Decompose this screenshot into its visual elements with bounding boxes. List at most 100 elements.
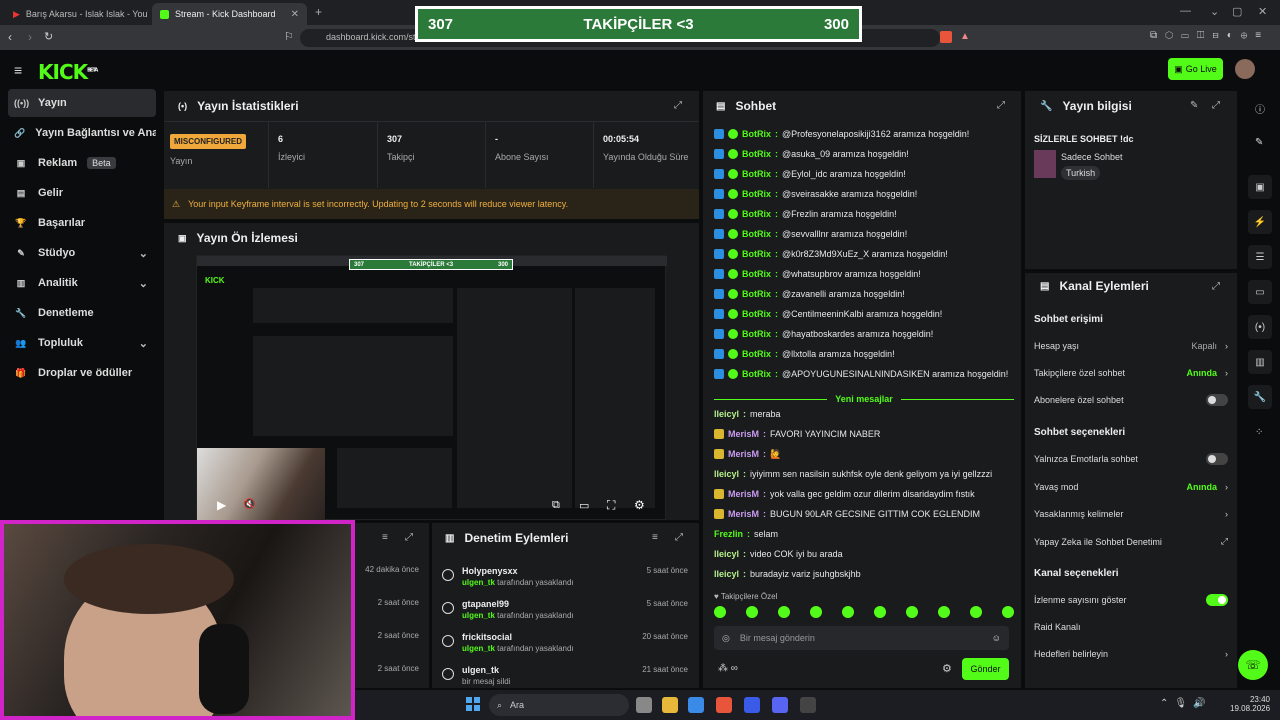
chevron-down-icon[interactable]: ⌄ [139, 277, 148, 290]
setting-row[interactable]: Yasaklanmış kelimeler › [1034, 505, 1228, 523]
close-window-icon[interactable]: ✕ [1258, 5, 1267, 18]
moderator-name[interactable]: ulgen_tk [462, 578, 495, 587]
setting-row[interactable]: Yavaş mod Anında › [1034, 478, 1228, 496]
emote-icon[interactable] [938, 606, 950, 618]
chevron-right-icon[interactable]: › [1225, 649, 1228, 659]
reload-icon[interactable]: ↻ [44, 30, 53, 43]
sidebar-item-5[interactable]: ✎ Stüdyo ⌄ [8, 239, 156, 267]
rail-bolt-icon[interactable]: ⚡ [1248, 210, 1272, 234]
toggle-switch[interactable] [1206, 594, 1228, 606]
moderated-user[interactable]: gtapanel99 [462, 599, 509, 609]
chevron-down-icon[interactable]: ⌄ [1210, 5, 1219, 18]
forward-icon[interactable]: › [28, 30, 32, 44]
chevron-right-icon[interactable]: › [1225, 509, 1228, 519]
chat-username[interactable]: lleicyl [714, 409, 739, 419]
theater-icon[interactable]: ▭ [579, 499, 589, 512]
chat-username[interactable]: BotRix [742, 229, 771, 239]
pencil-icon[interactable]: ✎ [1255, 137, 1263, 148]
chat-tools-icon[interactable]: ⁂ ∞ [718, 663, 738, 674]
chevron-down-icon[interactable]: ⌄ [139, 247, 148, 260]
setting-row[interactable]: Hedefleri belirleyin › [1034, 645, 1228, 663]
moderation-row[interactable]: ulgen_tk bir mesaj sildi 21 saat önce [442, 664, 692, 686]
toggle-switch[interactable] [1206, 453, 1228, 465]
setting-row[interactable]: Raid Kanalı [1034, 618, 1228, 636]
browser-tab-kick[interactable]: Stream - Kick Dashboard ✕ [152, 3, 307, 25]
chat-username[interactable]: BotRix [742, 329, 771, 339]
expand-icon[interactable]: ⤢ [405, 532, 413, 543]
support-chat-button[interactable]: ☏ [1238, 650, 1268, 680]
rail-broadcast-icon[interactable]: (•) [1248, 315, 1272, 339]
chat-username[interactable]: MerisM [728, 489, 759, 499]
chat-username[interactable]: lleicyl [714, 549, 739, 559]
emote-icon[interactable] [778, 606, 790, 618]
brave-icon[interactable] [716, 697, 732, 713]
chat-input[interactable]: ◎ Bir mesaj gönderin ☺ [714, 626, 1009, 650]
taskbar-search[interactable]: ⌕ Ara [489, 694, 629, 716]
rail-preview-icon[interactable]: ▣ [1248, 175, 1272, 199]
rail-apps-icon[interactable]: ⁘ [1255, 427, 1263, 438]
chevron-right-icon[interactable]: › [1225, 368, 1228, 378]
close-tab-icon[interactable]: ✕ [291, 9, 299, 20]
mute-icon[interactable]: 🔇 [243, 499, 255, 510]
moderated-user[interactable]: ulgen_tk [462, 665, 499, 675]
expand-icon[interactable]: ⤢ [1212, 100, 1220, 111]
settings-icon[interactable]: ⚙ [634, 498, 645, 512]
stream-preview-video[interactable]: 307 TAKİPÇİLER <3 300 KICK ▶ 🔇 ⧉ ▭ ⛶ ⚙ [196, 255, 667, 521]
maximize-icon[interactable]: ▢ [1232, 5, 1242, 18]
sidebar-item-7[interactable]: 🔧 Denetleme [8, 299, 156, 327]
chat-username[interactable]: lleicyl [714, 569, 739, 579]
chat-username[interactable]: BotRix [742, 289, 771, 299]
expand-icon[interactable]: ⤢ [674, 100, 682, 111]
chevron-down-icon[interactable]: ⌄ [139, 337, 148, 350]
emote-icon[interactable] [714, 606, 726, 618]
chat-username[interactable]: BotRix [742, 129, 771, 139]
chat-username[interactable]: BotRix [742, 269, 771, 279]
filter-icon[interactable]: ≡ [652, 532, 658, 543]
chat-username[interactable]: BotRix [742, 169, 771, 179]
expand-icon[interactable]: ⤢ [1212, 281, 1220, 292]
minimize-icon[interactable]: — [1180, 5, 1191, 17]
play-icon[interactable]: ▶ [217, 498, 226, 512]
bookmark-icon[interactable]: ⚐ [284, 30, 294, 43]
chat-settings-icon[interactable]: ⚙ [942, 662, 952, 675]
rail-moderation-icon[interactable]: ▥ [1248, 350, 1272, 374]
setting-row[interactable]: Abonelere özel sohbet [1034, 391, 1228, 409]
chat-username[interactable]: BotRix [742, 189, 771, 199]
sidebar-item-8[interactable]: 👥 Topluluk ⌄ [8, 329, 156, 357]
moderator-name[interactable]: ulgen_tk [462, 644, 495, 653]
sidebar-item-6[interactable]: ▥ Analitik ⌄ [8, 269, 156, 297]
emote-icon[interactable] [970, 606, 982, 618]
emote-icon[interactable] [842, 606, 854, 618]
setting-row[interactable]: Yapay Zeka ile Sohbet Denetimi ⤢ [1034, 533, 1228, 551]
system-tray-icons[interactable]: ⌃🎙🔊 [1160, 698, 1212, 709]
chat-username[interactable]: BotRix [742, 209, 771, 219]
sidebar-item-3[interactable]: ▤ Gelir [8, 179, 156, 207]
sidebar-item-4[interactable]: 🏆 Başarılar [8, 209, 156, 237]
chat-username[interactable]: BotRix [742, 349, 771, 359]
setting-row[interactable]: İzlenme sayısını göster [1034, 591, 1228, 609]
fullscreen-icon[interactable]: ⛶ [607, 498, 615, 513]
back-icon[interactable]: ‹ [8, 30, 12, 44]
sidebar-item-0[interactable]: ((•)) Yayın [8, 89, 156, 117]
browser-tab-youtube[interactable]: ▶ Barış Akarsu - Islak Islak - YouTube [5, 3, 148, 25]
moderation-row[interactable]: Holypenysxx ulgen_tk tarafından yasakland… [442, 565, 692, 595]
setting-row[interactable]: Yalnızca Emotlarla sohbet [1034, 450, 1228, 468]
chat-username[interactable]: BotRix [742, 369, 771, 379]
pip-icon[interactable]: ⧉ [552, 499, 560, 512]
kick-logo[interactable]: KICKBETA [38, 60, 98, 84]
setting-row[interactable]: Hesap yaşı Kapalı › [1034, 337, 1228, 355]
emote-icon[interactable] [746, 606, 758, 618]
chat-username[interactable]: Frezlin [714, 529, 743, 539]
setting-row[interactable]: Takipçilere özel sohbet Anında › [1034, 364, 1228, 382]
moderation-row[interactable]: frickitsocial ulgen_tk tarafından yasakla… [442, 631, 692, 661]
info-icon[interactable]: ⓘ [1255, 101, 1265, 116]
chevron-right-icon[interactable]: › [1225, 482, 1228, 492]
rail-chat-icon[interactable]: ▭ [1248, 280, 1272, 304]
brave-shield-icon[interactable] [940, 31, 952, 43]
windows-start-icon[interactable] [466, 697, 480, 711]
rail-list-icon[interactable]: ☰ [1248, 245, 1272, 269]
chat-username[interactable]: BotRix [742, 309, 771, 319]
emote-icon[interactable] [1002, 606, 1014, 618]
browser-toolbar-icons[interactable]: ⧉⬡▭◫⊟◐⊕≡ [1150, 30, 1269, 41]
chat-username[interactable]: BotRix [742, 249, 771, 259]
